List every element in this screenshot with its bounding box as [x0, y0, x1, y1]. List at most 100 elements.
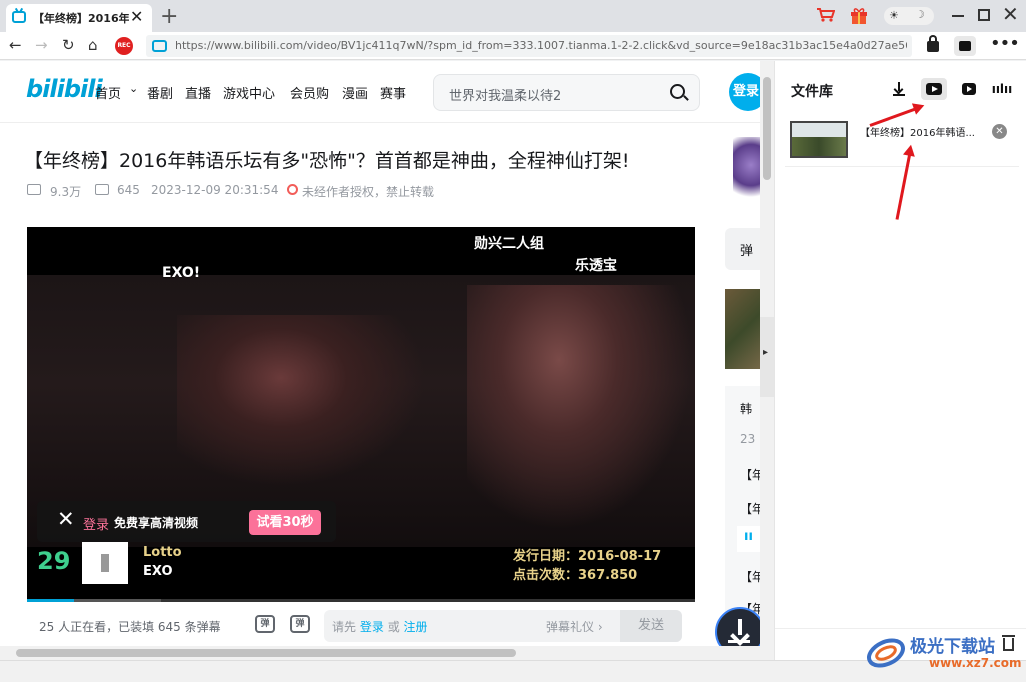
audio-wave-icon[interactable]	[737, 526, 760, 552]
file-name: 【年终榜】2016年韩语...	[860, 128, 975, 139]
window-close-button[interactable]: ✕	[1002, 2, 1019, 26]
list-item[interactable]: 【年	[740, 466, 760, 483]
play-count-icon	[27, 184, 41, 195]
nav-game-center[interactable]: 游戏中心	[223, 83, 275, 102]
audio-icon[interactable]: ıılıı	[989, 78, 1015, 100]
danmaku-etiquette-link[interactable]: 弹幕礼仪 ›	[546, 618, 603, 635]
release-date: 发行日期：2016-08-17	[513, 549, 662, 564]
download-icon[interactable]	[887, 78, 913, 100]
video-library-icon[interactable]	[921, 78, 947, 100]
bilibili-tv-icon	[12, 11, 26, 23]
promo-login-link[interactable]: 登录	[83, 514, 109, 533]
send-button[interactable]: 发送	[620, 610, 682, 642]
bilibili-logo[interactable]: bilibili	[26, 75, 103, 103]
url-field[interactable]: https://www.bilibili.com/video/BV1jc411q…	[146, 35, 912, 57]
more-icon[interactable]: •••	[990, 33, 1020, 54]
close-icon[interactable]: ✕	[130, 7, 143, 26]
danmaku-count: 645	[117, 183, 140, 197]
lock-icon[interactable]	[927, 35, 939, 52]
danmaku-placeholder-prefix: 请先	[332, 620, 357, 634]
try-hd-button[interactable]: 试看30秒	[249, 510, 321, 535]
scrollbar-thumb[interactable]	[763, 77, 771, 180]
site-header: bilibili 首页 ⌄ 番剧 直播 游戏中心 会员购 漫画 赛事 世界对我温…	[0, 61, 760, 123]
panel-title: 文件库	[791, 84, 833, 100]
nav-anime[interactable]: 番剧	[147, 83, 173, 102]
video-caption: EXO!	[162, 265, 201, 281]
login-button[interactable]: 登录	[729, 73, 760, 111]
danmaku-placeholder-or: 或	[387, 620, 400, 634]
video-caption: 乐透宝	[575, 258, 617, 274]
search-icon[interactable]	[670, 84, 685, 99]
video-player[interactable]: EXO! 勋兴二人组 乐透宝 ✕ 登录 免费享高清视频 试看30秒 29 Lot…	[27, 227, 695, 602]
download-extension-icon[interactable]	[954, 36, 976, 56]
record-icon[interactable]: REC	[115, 37, 133, 55]
reload-icon[interactable]: ↻	[62, 36, 75, 54]
danmaku-placeholder: 请先 登录 或 注册	[332, 618, 428, 635]
performer-silhouette	[177, 315, 437, 495]
browser-tab[interactable]: 【年终榜】2016年 ✕	[6, 4, 152, 32]
url-text: https://www.bilibili.com/video/BV1jc411q…	[175, 39, 907, 52]
danmaku-bar: 25 人正在看，已装填 645 条弹幕 弹 弹 请先 登录 或 注册 弹幕礼仪 …	[27, 607, 697, 643]
song-title: Lotto	[143, 545, 182, 560]
moon-icon: ☽	[915, 8, 925, 21]
minimize-button[interactable]	[952, 15, 964, 17]
danmaku-list-label: 弹	[740, 244, 754, 259]
search-input[interactable]: 世界对我温柔以待2	[433, 74, 700, 111]
web-page: bilibili 首页 ⌄ 番剧 直播 游戏中心 会员购 漫画 赛事 世界对我温…	[0, 61, 760, 646]
publish-date: 2023-12-09 20:31:54	[151, 183, 279, 197]
nav-home[interactable]: 首页	[95, 83, 121, 102]
cart-icon[interactable]	[817, 8, 835, 22]
new-tab-button[interactable]: +	[160, 4, 178, 29]
no-repost-icon	[287, 184, 298, 195]
album-cover	[82, 542, 128, 584]
maximize-button[interactable]	[978, 9, 990, 21]
progress-bar[interactable]	[27, 599, 695, 602]
ad-thumbnail[interactable]	[725, 289, 760, 369]
back-icon[interactable]: ←	[9, 36, 22, 54]
trash-icon[interactable]	[1002, 635, 1015, 651]
nav-mall[interactable]: 会员购	[290, 83, 329, 102]
panel-collapse-handle[interactable]	[760, 317, 774, 397]
performer-silhouette	[467, 285, 695, 535]
danmaku-list-card[interactable]: 弹	[725, 228, 760, 270]
list-item[interactable]: 韩	[740, 400, 752, 417]
chart-rank: 29	[37, 547, 71, 575]
danmaku-register-link[interactable]: 注册	[404, 620, 428, 634]
scrollbar-thumb[interactable]	[16, 649, 516, 657]
theme-toggle[interactable]: ☀ ☽	[884, 7, 934, 25]
list-item[interactable]: 【年	[740, 568, 760, 585]
viewer-count: 25 人正在看，已装填 645 条弹幕	[39, 620, 221, 634]
gift-icon[interactable]	[850, 7, 868, 24]
list-item[interactable]: 【年	[740, 500, 760, 517]
danmaku-input[interactable]: 请先 登录 或 注册 弹幕礼仪 › 发送	[324, 610, 682, 642]
watermark-url: www.xz7.com	[929, 656, 1022, 670]
danmaku-settings-icon[interactable]: 弹	[290, 615, 310, 633]
video-clip-icon[interactable]	[956, 78, 982, 100]
file-list-item[interactable]: 【年终榜】2016年韩语... ✕	[785, 111, 1019, 167]
forward-icon[interactable]: →	[35, 36, 48, 54]
song-artist: EXO	[143, 564, 173, 579]
download-icon	[728, 640, 750, 643]
close-icon[interactable]: ✕	[57, 507, 75, 531]
tab-bar: 【年终榜】2016年 ✕ + ☀ ☽ ✕	[0, 0, 1026, 32]
watermark-logo	[867, 638, 905, 668]
danmaku-login-link[interactable]: 登录	[360, 620, 384, 634]
horizontal-scrollbar[interactable]	[0, 646, 774, 660]
promo-text: 免费享高清视频	[114, 516, 199, 530]
home-icon[interactable]: ⌂	[88, 36, 98, 54]
search-placeholder: 世界对我温柔以待2	[449, 89, 562, 104]
thumbnail-ground	[792, 137, 846, 156]
copyright-notice: 未经作者授权，禁止转载	[302, 185, 435, 199]
video-title: 【年终榜】2016年韩语乐坛有多"恐怖"？首首都是神曲，全程神仙打架!	[24, 150, 630, 172]
watermark-text: 极光下载站	[910, 637, 995, 657]
file-thumbnail	[790, 121, 848, 158]
click-count: 点击次数：367.850	[513, 568, 638, 583]
nav-manga[interactable]: 漫画	[342, 83, 368, 102]
nav-live[interactable]: 直播	[185, 83, 211, 102]
nav-esports[interactable]: 赛事	[380, 83, 406, 102]
danmaku-toggle-icon[interactable]: 弹	[255, 615, 275, 633]
chevron-down-icon[interactable]: ⌄	[129, 82, 138, 95]
remove-file-icon[interactable]: ✕	[992, 124, 1007, 139]
uploader-avatar[interactable]	[733, 137, 760, 207]
vertical-scrollbar[interactable]	[760, 61, 774, 646]
